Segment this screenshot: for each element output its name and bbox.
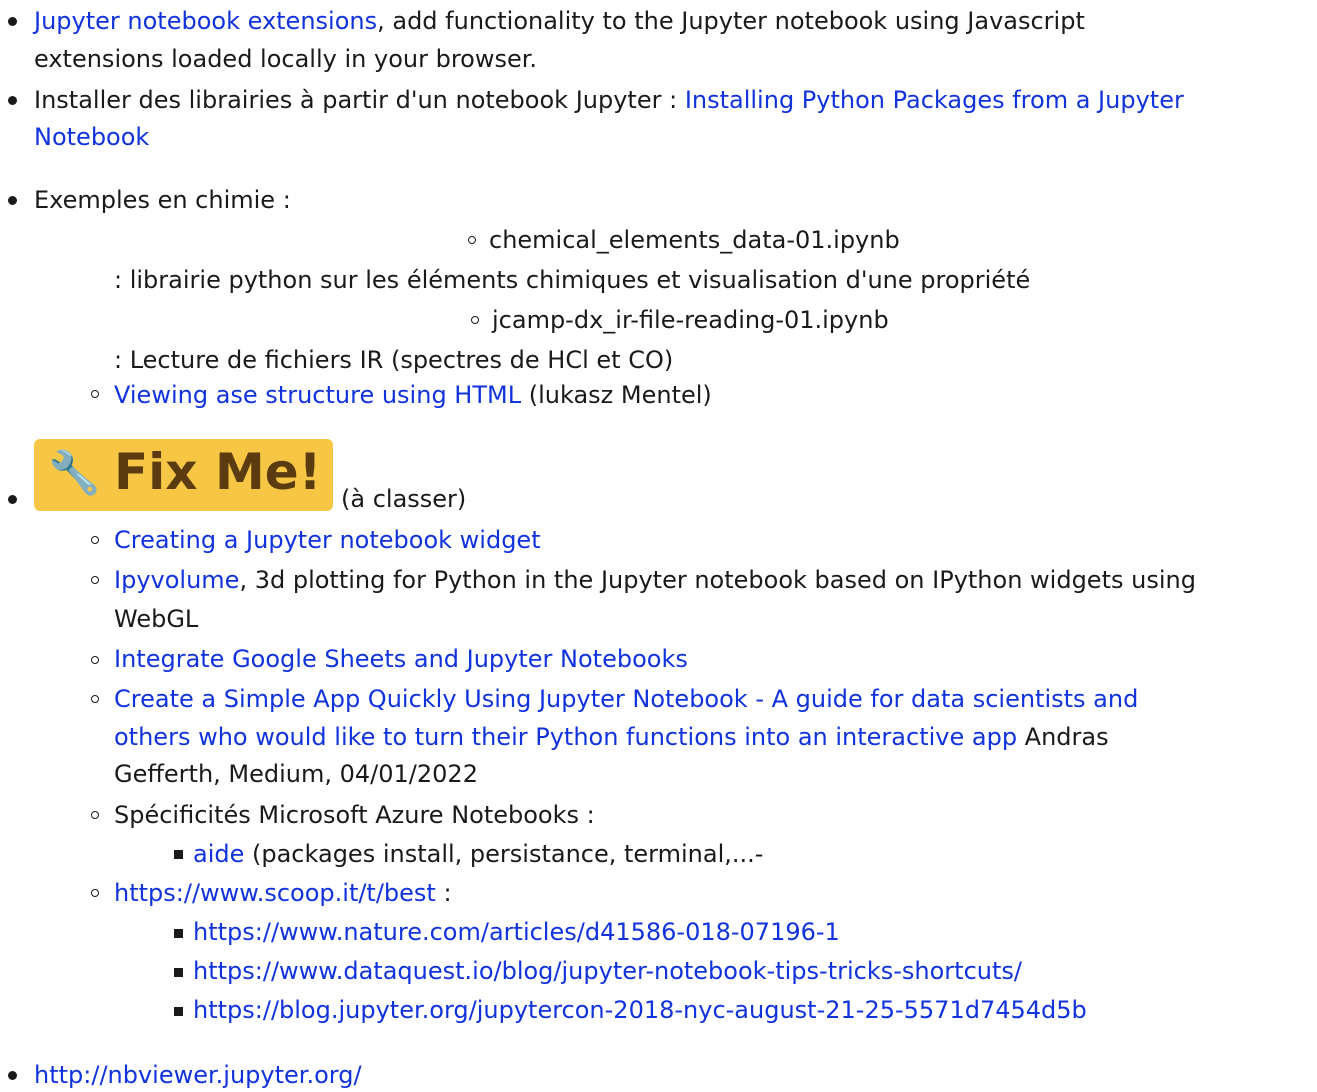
sub-bullet xyxy=(91,390,99,398)
sub-bullet xyxy=(91,811,99,819)
item-text: (lukasz Mentel) xyxy=(521,381,712,409)
sub-bullet xyxy=(91,889,99,897)
item-text: extensions loaded locally in your browse… xyxy=(34,45,538,73)
sub-bullet xyxy=(91,695,99,703)
item-text: Spécificités Microsoft Azure Notebooks : xyxy=(114,801,595,829)
square-bullet xyxy=(174,1007,183,1016)
list-bullet xyxy=(8,196,17,205)
item-text: Installer des librairies à partir d'un n… xyxy=(34,86,685,114)
list-item: Ipyvolume, 3d plotting for Python in the… xyxy=(114,563,1196,597)
link-nbviewer[interactable]: http://nbviewer.jupyter.org/ xyxy=(34,1061,362,1089)
link-google-sheets-jupyter[interactable]: Integrate Google Sheets and Jupyter Note… xyxy=(114,645,688,673)
list-bullet xyxy=(8,1071,17,1080)
sub-bullet xyxy=(91,576,99,584)
list-item: https://www.scoop.it/t/best : xyxy=(114,876,452,910)
item-text: WebGL xyxy=(114,605,199,633)
list-item: aide (packages install, persistance, ter… xyxy=(193,837,763,871)
list-bullet xyxy=(8,17,17,26)
item-text: : librairie python sur les éléments chim… xyxy=(114,266,1031,294)
item-text: , add functionality to the Jupyter noteb… xyxy=(377,7,1085,35)
item-text: , 3d plotting for Python in the Jupyter … xyxy=(239,566,1196,594)
link-scoop-it-best[interactable]: https://www.scoop.it/t/best xyxy=(114,879,436,907)
link-ipyvolume[interactable]: Ipyvolume xyxy=(114,566,239,594)
fixme-badge: 🔧 Fix Me! xyxy=(34,439,333,511)
item-text: (packages install, persistance, terminal… xyxy=(244,840,764,868)
list-bullet xyxy=(8,495,17,504)
link-creating-jupyter-widget[interactable]: Creating a Jupyter notebook widget xyxy=(114,526,541,554)
sub-bullet xyxy=(91,536,99,544)
item-text: (à classer) xyxy=(341,485,467,513)
notebook-file-name: chemical_elements_data-01.ipynb xyxy=(489,226,900,254)
link-dataquest-blog[interactable]: https://www.dataquest.io/blog/jupyter-no… xyxy=(193,957,1022,985)
link-installing-python-packages-cont[interactable]: Notebook xyxy=(34,123,149,151)
list-item: Exemples en chimie : xyxy=(34,186,291,214)
wrench-icon: 🔧 xyxy=(48,448,101,497)
link-jupytercon-blog[interactable]: https://blog.jupyter.org/jupytercon-2018… xyxy=(193,996,1087,1024)
item-text: : Lecture de fichiers IR (spectres de HC… xyxy=(114,346,674,374)
link-create-simple-app-cont[interactable]: others who would like to turn their Pyth… xyxy=(114,723,1017,751)
square-bullet xyxy=(174,929,183,938)
sub-bullet xyxy=(471,316,479,324)
link-create-simple-app[interactable]: Create a Simple App Quickly Using Jupyte… xyxy=(114,685,1138,713)
link-viewing-ase-structure[interactable]: Viewing ase structure using HTML xyxy=(114,381,521,409)
link-aide[interactable]: aide xyxy=(193,840,244,868)
square-bullet xyxy=(174,968,183,977)
item-text: : xyxy=(435,879,452,907)
sub-bullet xyxy=(468,236,476,244)
square-bullet xyxy=(174,850,183,859)
link-nature-article[interactable]: https://www.nature.com/articles/d41586-0… xyxy=(193,918,840,946)
item-text: Andras xyxy=(1017,723,1109,751)
link-jupyter-notebook-extensions[interactable]: Jupyter notebook extensions xyxy=(34,7,377,35)
link-installing-python-packages[interactable]: Installing Python Packages from a Jupyte… xyxy=(685,86,1184,114)
list-item: Installer des librairies à partir d'un n… xyxy=(34,83,1184,117)
list-bullet xyxy=(8,96,17,105)
list-item: others who would like to turn their Pyth… xyxy=(114,720,1109,754)
notebook-file-name: jcamp-dx_ir-file-reading-01.ipynb xyxy=(492,306,889,334)
item-text: Gefferth, Medium, 04/01/2022 xyxy=(114,760,478,788)
sub-bullet xyxy=(91,656,99,664)
fixme-label: Fix Me! xyxy=(114,443,322,501)
list-item: Jupyter notebook extensions, add functio… xyxy=(34,4,1085,38)
list-item: Viewing ase structure using HTML (lukasz… xyxy=(114,378,712,412)
